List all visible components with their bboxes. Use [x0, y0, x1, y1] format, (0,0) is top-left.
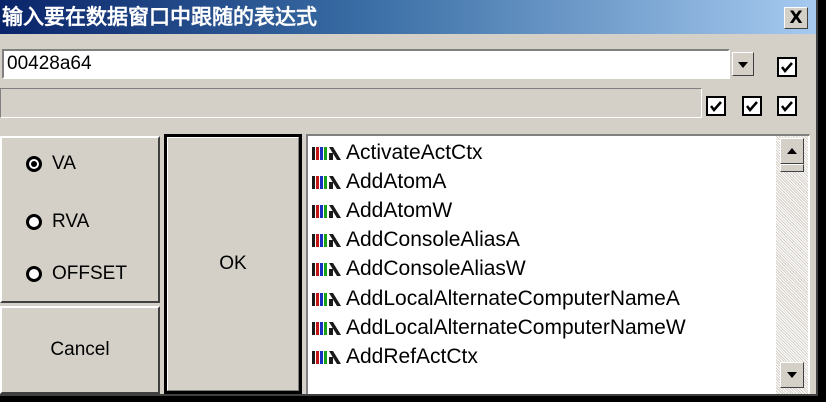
function-name: AddAtomA	[346, 169, 447, 193]
status-bar	[0, 88, 702, 118]
cancel-button[interactable]: Cancel	[0, 306, 160, 394]
scroll-thumb[interactable]	[780, 164, 804, 172]
radio-label-rva: RVA	[52, 211, 90, 232]
radio-rva[interactable]: RVA	[26, 210, 89, 234]
radio-va[interactable]: VA	[26, 152, 76, 176]
function-icon	[312, 203, 344, 219]
function-name: AddLocalAlternateComputerNameA	[346, 286, 680, 310]
expression-dropdown-button[interactable]	[732, 52, 754, 76]
check-icon	[710, 101, 722, 112]
title-bar[interactable]: 输入要在数据窗口中跟随的表达式 X	[0, 0, 816, 34]
function-name: AddConsoleAliasA	[346, 228, 520, 252]
radio-label-offset: OFFSET	[52, 263, 127, 284]
function-icon	[312, 291, 344, 307]
option-checkbox-3[interactable]	[777, 96, 797, 116]
scroll-down-button[interactable]	[780, 362, 804, 388]
window-title: 输入要在数据窗口中跟随的表达式	[2, 5, 317, 29]
function-listbox[interactable]: ActivateActCtx AddAtomA AddAtomW AddConsole…	[306, 134, 810, 394]
function-name: AddAtomW	[346, 198, 453, 222]
function-list: ActivateActCtx AddAtomA AddAtomW AddConsole…	[312, 138, 686, 372]
close-button[interactable]: X	[784, 7, 808, 29]
history-checkbox[interactable]	[777, 57, 797, 77]
function-icon	[312, 320, 344, 336]
function-name: AddConsoleAliasW	[346, 257, 526, 281]
function-list-item[interactable]: AddConsoleAliasA	[312, 226, 686, 255]
radio-label-va: VA	[52, 153, 76, 174]
function-list-item[interactable]: AddLocalAlternateComputerNameA	[312, 284, 686, 313]
close-icon: X	[789, 8, 803, 28]
function-list-item[interactable]: AddAtomW	[312, 196, 686, 225]
function-name: ActivateActCtx	[346, 140, 483, 164]
function-list-item[interactable]: AddConsoleAliasW	[312, 255, 686, 284]
function-name: AddRefActCtx	[346, 344, 478, 368]
address-mode-group: VA RVA OFFSET	[0, 136, 160, 303]
expression-input[interactable]: 00428a64	[2, 49, 730, 79]
function-icon	[312, 145, 344, 161]
vertical-scrollbar[interactable]	[776, 136, 808, 394]
function-list-item[interactable]: AddRefActCtx	[312, 342, 686, 371]
function-icon	[312, 349, 344, 365]
function-list-item[interactable]: ActivateActCtx	[312, 138, 686, 167]
function-name: AddLocalAlternateComputerNameW	[346, 315, 686, 339]
radio-unselected-icon	[26, 266, 42, 282]
check-icon	[781, 101, 793, 112]
option-checkbox-1[interactable]	[706, 96, 726, 116]
radio-selected-icon	[26, 156, 42, 172]
follow-expression-dialog: 输入要在数据窗口中跟随的表达式 X 00428a64 VA RVA OFFSET	[0, 0, 818, 396]
function-list-item[interactable]: AddAtomA	[312, 167, 686, 196]
function-icon	[312, 261, 344, 277]
option-checkbox-2[interactable]	[742, 96, 762, 116]
check-icon	[746, 101, 758, 112]
scroll-up-button[interactable]	[780, 138, 804, 164]
check-icon	[781, 62, 793, 73]
function-list-item[interactable]: AddLocalAlternateComputerNameW	[312, 313, 686, 342]
function-icon	[312, 174, 344, 190]
radio-offset[interactable]: OFFSET	[26, 262, 127, 286]
ok-button[interactable]: OK	[164, 134, 302, 394]
radio-unselected-icon	[26, 214, 42, 230]
expression-value: 00428a64	[7, 53, 92, 74]
function-icon	[312, 232, 344, 248]
ok-button-label: OK	[219, 253, 247, 274]
